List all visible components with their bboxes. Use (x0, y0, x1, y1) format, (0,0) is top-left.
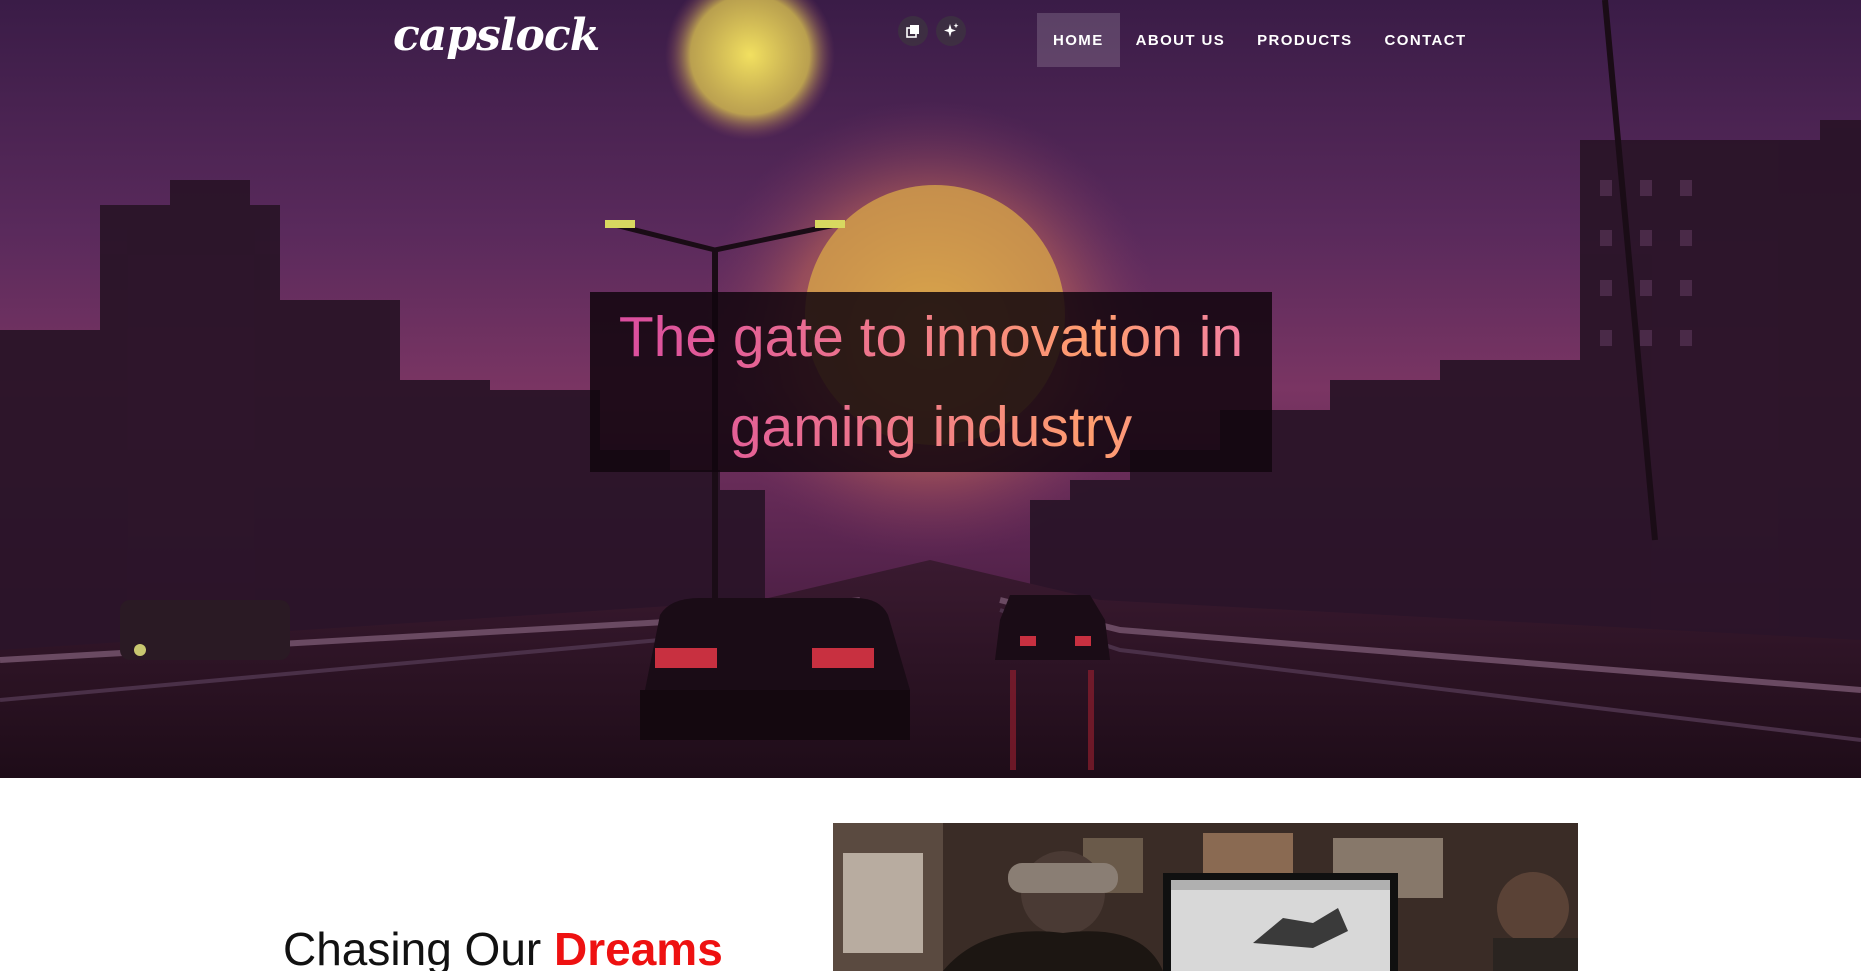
hero-headline-line1: The gate to innovation in (618, 305, 1244, 369)
floating-tool-icons (898, 16, 966, 46)
nav-item-products[interactable]: PRODUCTS (1241, 13, 1368, 67)
brand-logo[interactable]: capslock (393, 10, 600, 61)
hero-headline: The gate to innovation in gaming industr… (601, 292, 1261, 472)
feature-image (833, 823, 1578, 971)
nav-item-about-us[interactable]: ABOUT US (1120, 13, 1242, 67)
copy-icon[interactable] (898, 16, 928, 46)
sparkle-icon[interactable] (936, 16, 966, 46)
section-heading-text: Chasing Our (283, 923, 555, 971)
feature-image-illustration (833, 823, 1578, 971)
hero-banner: capslock HOME ABOUT US PRODUCTS CONTACT (0, 0, 1861, 778)
section-heading: Chasing Our Dreams (283, 922, 723, 971)
page: capslock HOME ABOUT US PRODUCTS CONTACT (0, 0, 1861, 971)
main-nav: HOME ABOUT US PRODUCTS CONTACT (1037, 13, 1483, 67)
hero-headline-box: The gate to innovation in gaming industr… (590, 292, 1272, 472)
nav-item-contact[interactable]: CONTACT (1369, 13, 1483, 67)
hero-headline-line2: gaming industry (729, 395, 1133, 459)
section-heading-accent: Dreams (554, 923, 723, 971)
nav-item-home[interactable]: HOME (1037, 13, 1120, 67)
